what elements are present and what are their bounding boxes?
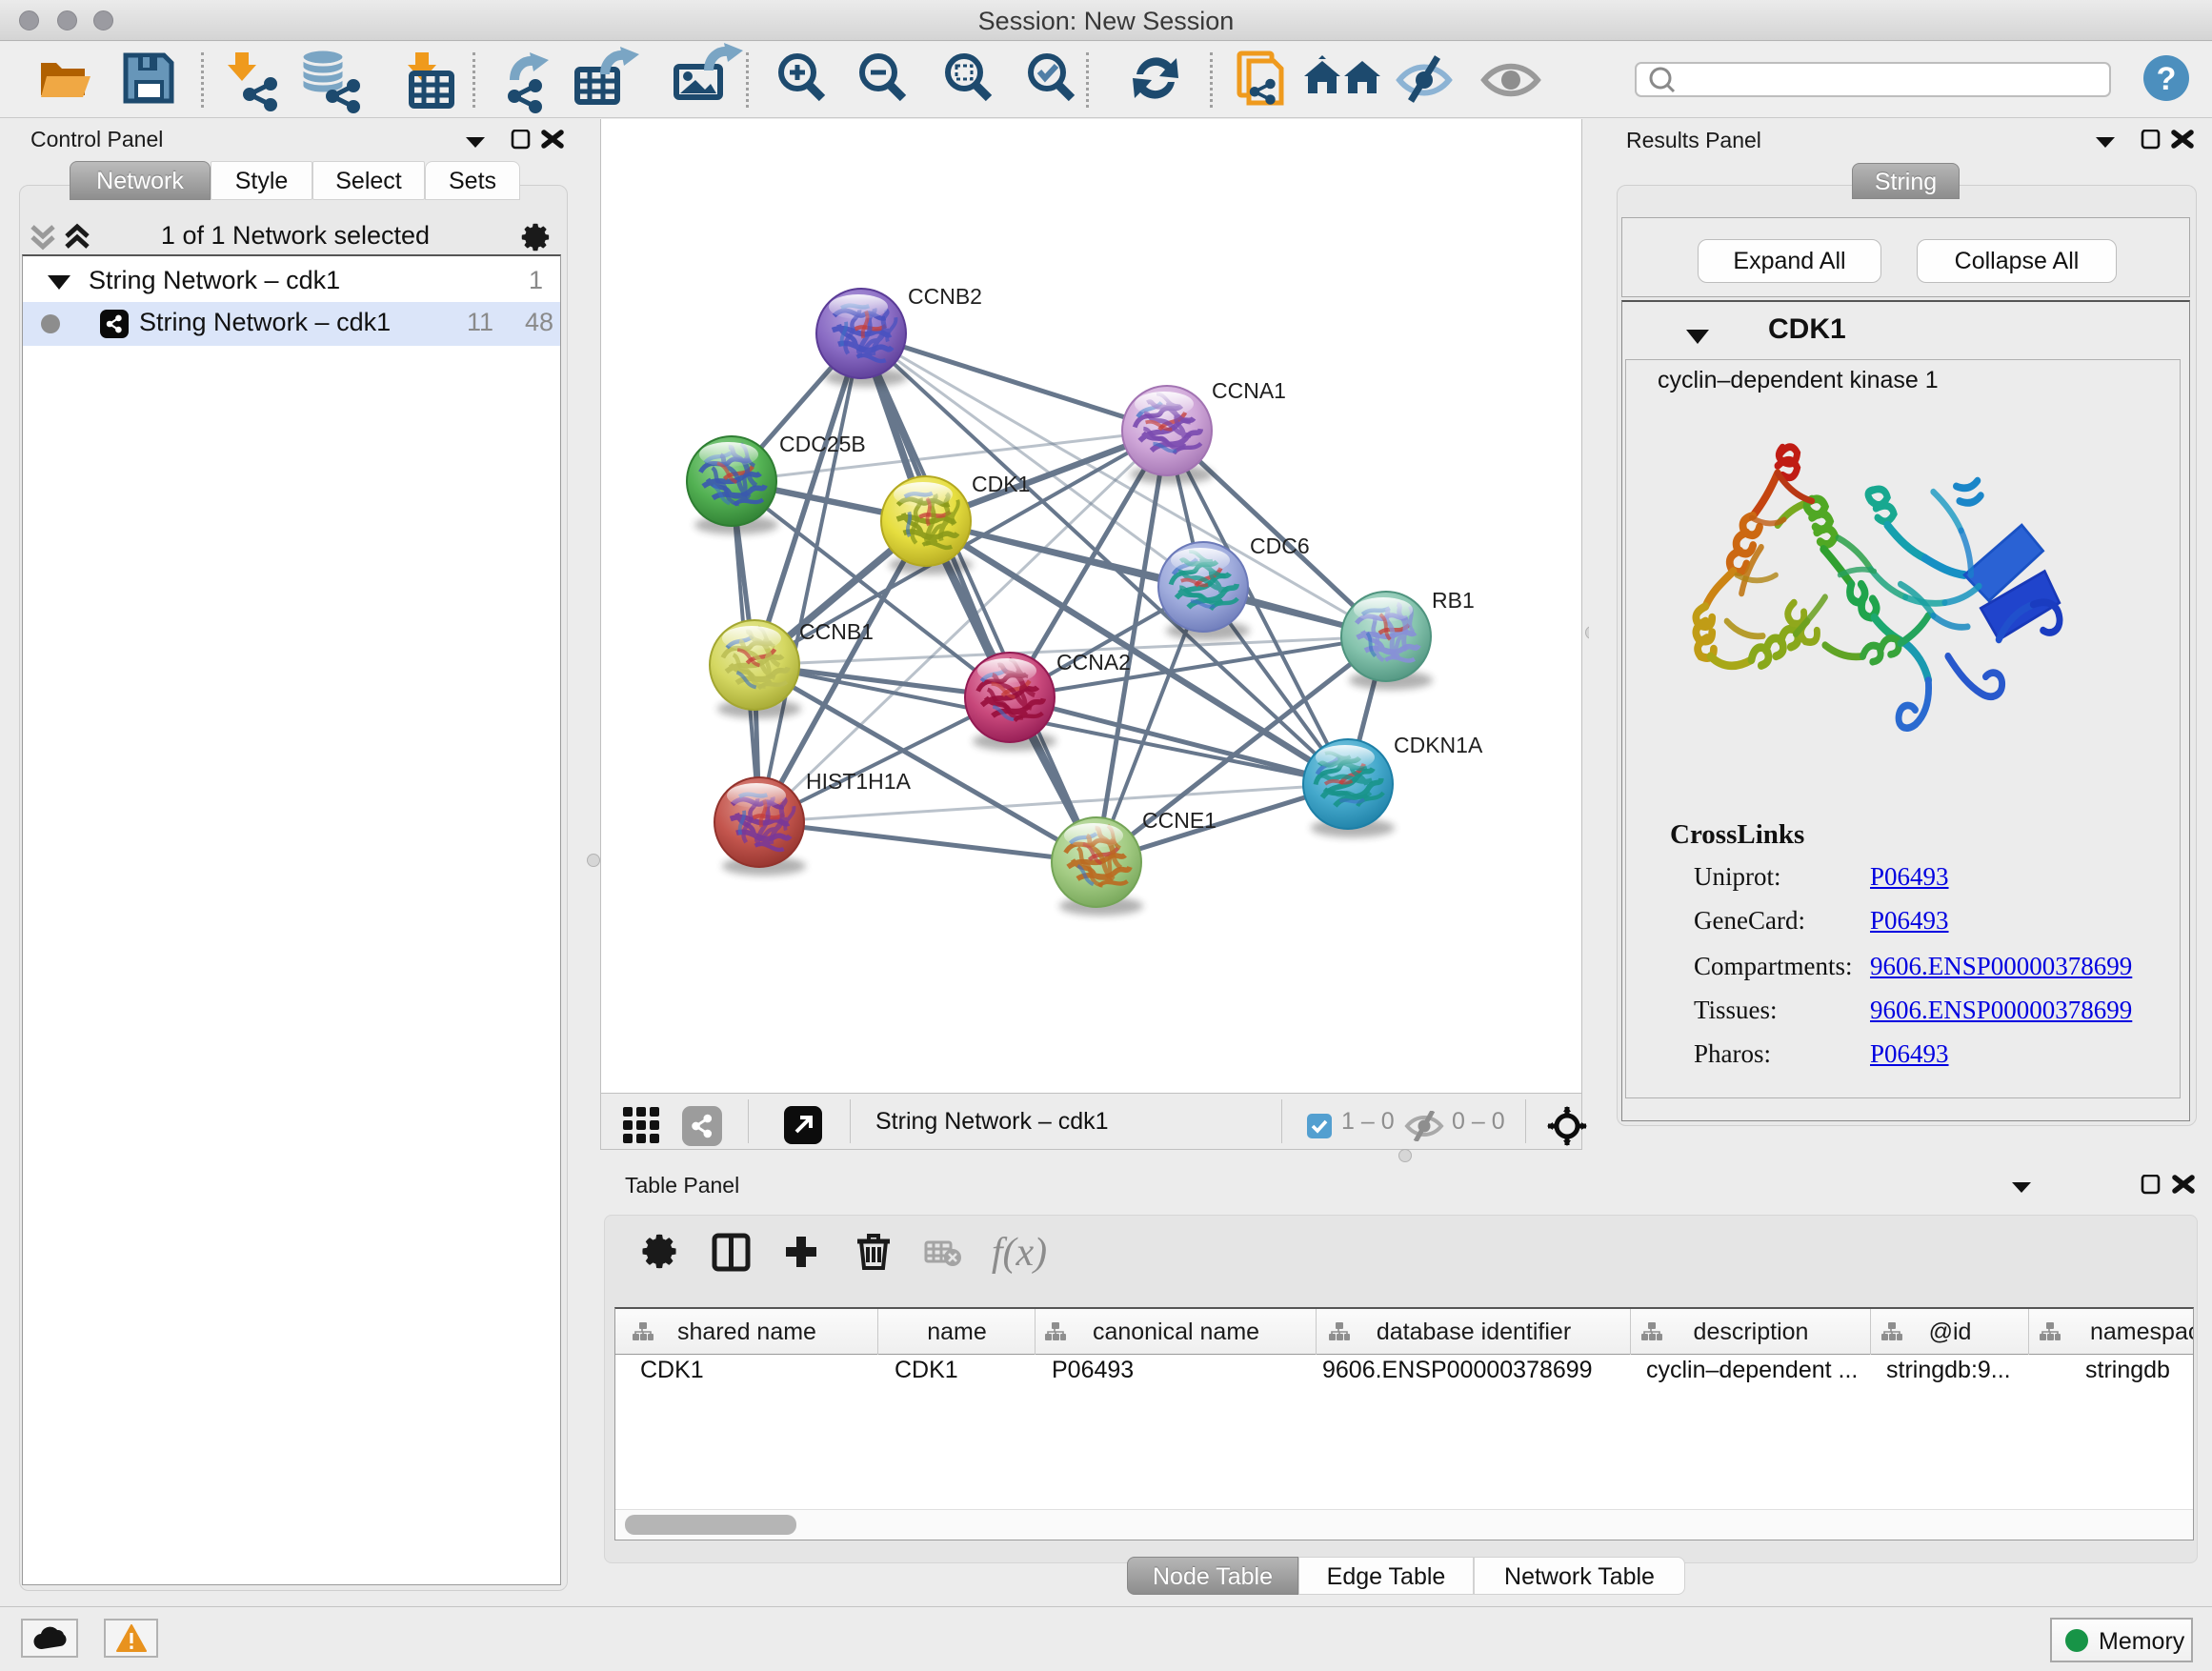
svg-text:HIST1H1A: HIST1H1A [806,769,912,794]
svg-text:CCNE1: CCNE1 [1142,808,1217,833]
svg-text:CDC6: CDC6 [1250,534,1310,558]
svg-text:CCNB1: CCNB1 [799,619,874,644]
svg-text:RB1: RB1 [1432,588,1475,613]
svg-text:CDKN1A: CDKN1A [1394,733,1483,757]
svg-text:CCNA1: CCNA1 [1212,378,1286,403]
svg-text:f(x): f(x) [992,1232,1047,1274]
svg-text:CCNB2: CCNB2 [908,284,982,309]
svg-text:?: ? [2157,61,2177,97]
svg-text:CDK1: CDK1 [972,472,1030,496]
svg-text:CDC25B: CDC25B [779,432,866,456]
svg-text:CCNA2: CCNA2 [1056,650,1131,674]
